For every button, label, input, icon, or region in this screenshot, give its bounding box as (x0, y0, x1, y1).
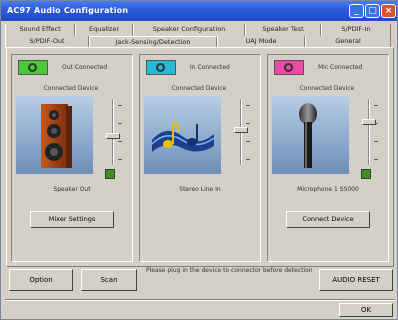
blue-jack-icon (146, 60, 176, 75)
device-name: Microphone 1 SS000 (297, 186, 359, 193)
audio-config-window: AC97 Audio Configuration _ □ × Sound Eff… (0, 0, 398, 320)
maximize-button[interactable]: □ (365, 4, 380, 18)
volume-slider[interactable] (360, 99, 378, 165)
close-button[interactable]: × (381, 4, 396, 18)
title-bar[interactable]: AC97 Audio Configuration _ □ × (1, 1, 397, 21)
volume-slider[interactable] (232, 99, 250, 165)
slider-thumb[interactable] (106, 133, 120, 139)
option-button[interactable]: Option (9, 269, 73, 291)
music-notes-image (144, 96, 221, 174)
tab-sound-effect[interactable]: Sound Effect (5, 24, 75, 36)
microphone-image (272, 96, 349, 174)
speaker-cabinet-image (16, 96, 93, 174)
scan-button[interactable]: Scan (81, 269, 137, 291)
setting-label: Connected Device (43, 85, 99, 92)
setting-label: Connected Device (299, 85, 355, 92)
jack-panel-line-in: In Connected Connected Device Stereo Lin… (139, 54, 261, 262)
green-jack-icon (18, 60, 48, 75)
jack-status-label: Out Connected (62, 64, 108, 71)
device-name: Stereo Line In (179, 186, 221, 193)
jack-status-label: In Connected (190, 64, 230, 71)
hint-text: Please plug in the device to connector b… (146, 267, 313, 274)
tab-equalizer[interactable]: Equalizer (75, 24, 133, 36)
tab-speaker-configuration[interactable]: Speaker Configuration (133, 24, 245, 36)
jack-status-label: Mic Connected (318, 64, 363, 71)
tab-speaker-test[interactable]: Speaker Test (245, 24, 321, 36)
pink-jack-icon (274, 60, 304, 75)
mixer-settings-button[interactable]: Mixer Settings (30, 211, 114, 228)
slider-thumb[interactable] (362, 119, 376, 125)
volume-slider[interactable] (104, 99, 122, 165)
window-title: AC97 Audio Configuration (7, 6, 129, 15)
minimize-button[interactable]: _ (349, 4, 364, 18)
volume-icon[interactable] (361, 169, 371, 179)
connect-device-button[interactable]: Connect Device (286, 211, 370, 228)
jack-panel-mic: Mic Connected Connected Device Microphon… (267, 54, 389, 262)
device-name: Speaker Out (53, 186, 91, 193)
jack-panel-output: Out Connected Connected Device Speaker O… (11, 54, 133, 262)
tab-content: Out Connected Connected Device Speaker O… (6, 47, 394, 267)
audio-reset-button[interactable]: AUDIO RESET (319, 269, 393, 291)
setting-label: Connected Device (171, 85, 227, 92)
ok-button[interactable]: OK (339, 303, 393, 317)
volume-icon[interactable] (105, 169, 115, 179)
tab-row-back: Sound Effect Equalizer Speaker Configura… (5, 24, 395, 36)
slider-thumb[interactable] (234, 127, 248, 133)
tab-spdif-in[interactable]: S/PDIF-In (321, 24, 391, 36)
footer-divider (5, 299, 395, 301)
